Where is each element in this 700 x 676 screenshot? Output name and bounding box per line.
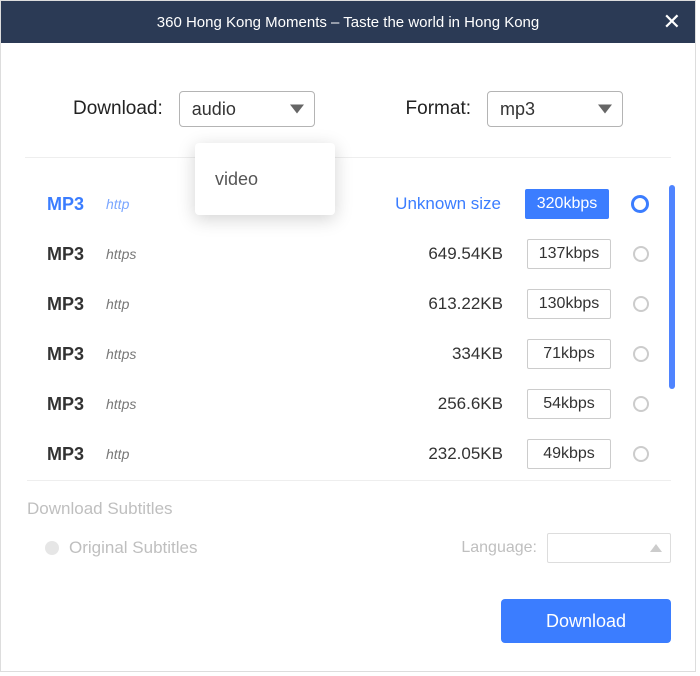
row-format: MP3 [47, 194, 102, 215]
chevron-up-icon [650, 544, 662, 552]
row-protocol: https [106, 396, 136, 412]
controls-row: Download: audio Format: mp3 [25, 43, 671, 158]
row-size: 649.54KB [363, 244, 503, 264]
row-radio[interactable] [633, 396, 649, 412]
scrollbar-thumb[interactable] [669, 185, 675, 389]
footer: Download [501, 599, 671, 643]
chevron-down-icon [598, 105, 612, 114]
list-item[interactable]: MP3http 232.05KB 49kbps [25, 429, 661, 479]
titlebar: 360 Hong Kong Moments – Taste the world … [1, 1, 695, 43]
row-format: MP3 [47, 294, 102, 315]
language-select[interactable] [547, 533, 671, 563]
list-item[interactable]: MP3https 256.6KB 54kbps [25, 379, 661, 429]
download-type-dropdown: video [195, 143, 335, 215]
row-size: 256.6KB [363, 394, 503, 414]
row-format: MP3 [47, 444, 102, 465]
list-item[interactable]: MP3http 613.22KB 130kbps [25, 279, 661, 329]
row-bitrate-badge: 49kbps [527, 439, 611, 469]
list-item[interactable]: MP3https 649.54KB 137kbps [25, 229, 661, 279]
list-item[interactable]: MP3https 334KB 71kbps [25, 329, 661, 379]
row-protocol: https [106, 346, 136, 362]
format-select[interactable]: mp3 [487, 91, 623, 127]
row-radio[interactable] [633, 246, 649, 262]
download-label: Download: [73, 98, 163, 120]
row-bitrate-badge: 137kbps [527, 239, 611, 269]
row-radio[interactable] [631, 195, 649, 213]
row-bitrate-badge: 130kbps [527, 289, 611, 319]
format-list: MP3httpUnknown size320kbpsMP3https649.54… [25, 179, 671, 493]
download-type-value: audio [192, 99, 236, 120]
row-radio[interactable] [633, 446, 649, 462]
original-subtitles-label: Original Subtitles [69, 538, 198, 558]
row-radio[interactable] [633, 296, 649, 312]
format-label: Format: [406, 98, 471, 120]
row-protocol: https [106, 246, 136, 262]
format-value: mp3 [500, 99, 535, 120]
row-bitrate-badge: 54kbps [527, 389, 611, 419]
row-format: MP3 [47, 244, 102, 265]
subtitles-section: Download Subtitles Original Subtitles La… [27, 480, 671, 563]
row-protocol: http [106, 196, 129, 212]
chevron-down-icon [290, 105, 304, 114]
row-bitrate-badge: 71kbps [527, 339, 611, 369]
row-size: 334KB [363, 344, 503, 364]
row-size: Unknown size [361, 194, 501, 214]
scrollbar[interactable] [669, 185, 675, 389]
subtitles-row: Original Subtitles Language: [27, 533, 671, 563]
row-size: 232.05KB [363, 444, 503, 464]
dialog-title: 360 Hong Kong Moments – Taste the world … [157, 14, 539, 31]
language-label: Language: [461, 539, 537, 557]
subtitles-title: Download Subtitles [27, 499, 671, 519]
close-icon[interactable]: ✕ [663, 11, 681, 33]
row-size: 613.22KB [363, 294, 503, 314]
row-protocol: http [106, 446, 129, 462]
list-item[interactable]: MP3http Unknown size 320kbps [25, 179, 661, 229]
row-radio[interactable] [633, 346, 649, 362]
row-protocol: http [106, 296, 129, 312]
row-format: MP3 [47, 394, 102, 415]
download-dialog: 360 Hong Kong Moments – Taste the world … [0, 0, 696, 672]
row-format: MP3 [47, 344, 102, 365]
row-bitrate-badge: 320kbps [525, 189, 609, 219]
original-subtitles-radio[interactable] [45, 541, 59, 555]
dropdown-item-video[interactable]: video [215, 169, 258, 190]
download-type-select[interactable]: audio [179, 91, 315, 127]
download-button[interactable]: Download [501, 599, 671, 643]
